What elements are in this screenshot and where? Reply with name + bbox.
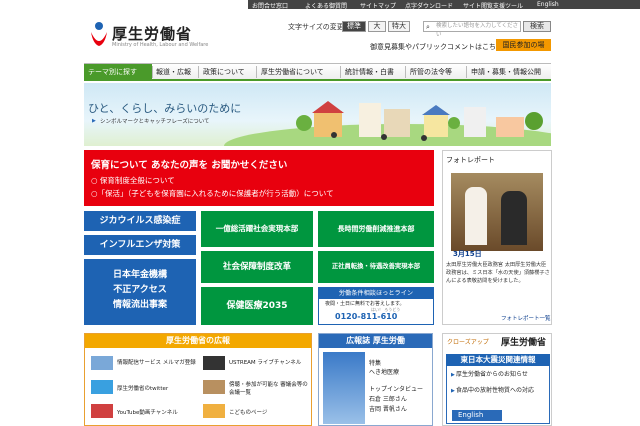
magazine-cover-image[interactable] xyxy=(323,352,365,424)
pension-line1: 日本年金機構 xyxy=(112,270,167,280)
pension-line3: 情報流出事案 xyxy=(112,300,167,310)
photo-report-panel: フォトレポート 3月15日 太田厚生労働大臣政務官 太田厚生労働大臣政務官は、ミ… xyxy=(442,150,552,325)
magazine-feature: へき地医療 xyxy=(369,369,400,376)
util-link-contact[interactable]: お問合せ窓口 xyxy=(252,1,288,10)
pr-link-youtube[interactable]: YouTube動画チャンネル xyxy=(117,408,178,416)
health-2035-button[interactable]: 保健医療2035 xyxy=(201,287,313,325)
nav-item-policy[interactable]: 政策について xyxy=(203,67,245,77)
disaster-title[interactable]: 東日本大震災関連情報 xyxy=(446,354,550,366)
fontsize-standard-button[interactable]: 標準 xyxy=(342,21,366,32)
ichioku-label: 一億総活躍社会実現本部 xyxy=(215,224,299,233)
photo-report-title: フォトレポート xyxy=(446,156,495,164)
magazine-panel: 広報誌 厚生労働 特集 へき地医療 トップインタビュー 石倉 三郎さん 吉岡 晋… xyxy=(318,333,433,426)
pension-leak-button[interactable]: 日本年金機構 不正アクセス 情報流出事案 xyxy=(84,259,196,325)
pr-link-mailmag[interactable]: 情報配信サービス メルマガ登録 xyxy=(117,358,196,366)
ministry-logo[interactable]: 厚生労働省 Ministry of Health, Labour and Wel… xyxy=(88,18,218,54)
influenza-button[interactable]: インフルエンザ対策 xyxy=(84,235,196,255)
magazine-person2: 吉岡 晋帆さん xyxy=(369,406,407,413)
nav-item-theme[interactable]: テーマ別に探す xyxy=(88,67,137,77)
fontsize-large-button[interactable]: 大 xyxy=(368,21,386,32)
global-nav: テーマ別に探す 報道・広報 政策について 厚生労働省について 統計情報・白書 所… xyxy=(84,63,551,81)
pr-link-kids[interactable]: こどものページ xyxy=(229,408,267,416)
mail-icon xyxy=(91,356,113,370)
magazine-title: 広報誌 厚生労働 xyxy=(319,334,432,348)
ministry-name-en: Ministry of Health, Labour and Welfare xyxy=(112,42,209,48)
photo-report-image[interactable] xyxy=(451,173,543,251)
youtube-icon xyxy=(91,404,113,418)
long-hours-label: 長時間労働削減推進本部 xyxy=(337,225,415,233)
closeup-tag: クローズアップ xyxy=(447,339,489,346)
util-link-faq[interactable]: よくある御質問 xyxy=(305,1,347,10)
hotline-title: 労働条件相談ほっとライン xyxy=(319,288,433,299)
disaster-link-food[interactable]: 食品中の放射性物質への対応 xyxy=(449,385,534,396)
regular-employee-label: 正社員転換・待遇改善実現本部 xyxy=(331,263,421,270)
hotline-number: 0120-811-610 xyxy=(335,312,398,321)
hotline-subtitle: 夜間・土日に無料でお答えします。 xyxy=(325,301,405,307)
childcare-line1: ○ 保育制度全般について xyxy=(91,176,175,185)
disaster-link-notice[interactable]: 厚生労働省からのお知らせ xyxy=(449,369,528,380)
kids-icon xyxy=(203,404,225,418)
closeup-title: 厚生労働省 xyxy=(501,338,547,348)
fontsize-xlarge-button[interactable]: 特大 xyxy=(388,21,410,32)
fontsize-label: 文字サイズの変更 xyxy=(288,23,344,31)
search-button[interactable]: 検索 xyxy=(523,21,551,32)
childcare-banner[interactable]: 保育について あなたの声を お聞かせください ○ 保育制度全般について ○「保活… xyxy=(84,150,434,206)
pr-panel: 厚生労働省の広報 情報配信サービス メルマガ登録 USTREAM ライブチャンネ… xyxy=(84,333,312,426)
pr-link-twitter[interactable]: 厚生労働省のtwitter xyxy=(117,384,168,392)
social-security-label: 社会保障制度改革 xyxy=(222,262,291,272)
zika-button[interactable]: ジカウイルス感染症 xyxy=(84,211,196,231)
util-link-braille[interactable]: 点字ダウンロード xyxy=(405,1,453,10)
nav-item-statistics[interactable]: 統計情報・白書 xyxy=(345,67,394,77)
pr-link-council[interactable]: 傍聴・参加が可能な 審議会等の会議一覧 xyxy=(229,380,309,396)
magazine-feature-label: 特集 xyxy=(369,360,382,367)
magazine-person1: 石倉 三郎さん xyxy=(369,396,407,403)
photo-report-date[interactable]: 3月15日 xyxy=(453,249,482,259)
nav-item-press[interactable]: 報道・広報 xyxy=(156,67,191,77)
pension-line2: 不正アクセス xyxy=(113,285,167,295)
hero-banner: ひと、くらし、みらいのために ▶ シンボルマークとキャッチフレーズについて xyxy=(84,83,551,146)
english-button[interactable]: English xyxy=(452,410,502,421)
childcare-line2: ○「保活」（子どもを保育園に入れるために保護者が行う活動）について xyxy=(91,189,334,198)
magazine-interview-label: トップインタビュー xyxy=(369,386,424,393)
nav-item-laws[interactable]: 所管の法令等 xyxy=(410,67,452,77)
influenza-label: インフルエンザ対策 xyxy=(99,240,181,250)
participation-button[interactable]: 国民参加の場 xyxy=(496,39,551,51)
health-2035-label: 保健医療2035 xyxy=(226,301,288,311)
util-link-sitemap[interactable]: サイトマップ xyxy=(360,1,396,10)
hotline-banner[interactable]: 労働条件相談ほっとライン 夜間・土日に無料でお答えします。 はい！ ろうどう 0… xyxy=(318,287,434,325)
ministry-mark-icon xyxy=(91,22,107,46)
long-hours-button[interactable]: 長時間労働削減推進本部 xyxy=(318,211,434,247)
closeup-panel: クローズアップ 厚生労働省 東日本大震災関連情報 ▶ 厚生労働省からのお知らせ … xyxy=(442,333,552,426)
arrow-icon: ▶ xyxy=(92,118,96,124)
ichioku-button[interactable]: 一億総活躍社会実現本部 xyxy=(201,211,313,247)
util-link-accessibility[interactable]: サイト閲覧支援ツール xyxy=(463,1,523,10)
utility-bar: お問合せ窓口 よくある御質問 サイトマップ 点字ダウンロード サイト閲覧支援ツー… xyxy=(0,0,640,10)
childcare-title: 保育について あなたの声を お聞かせください xyxy=(91,160,288,171)
regular-employee-button[interactable]: 正社員転換・待遇改善実現本部 xyxy=(318,251,434,283)
photo-report-more-link[interactable]: フォトレポート一覧 xyxy=(501,314,551,322)
zika-label: ジカウイルス感染症 xyxy=(99,216,181,226)
nav-item-applications[interactable]: 申請・募集・情報公開 xyxy=(471,67,541,77)
council-icon xyxy=(203,380,225,394)
ministry-name: 厚生労働省 xyxy=(112,25,193,43)
util-link-english[interactable]: English xyxy=(537,1,559,8)
feedback-link[interactable]: 御意見募集やパブリックコメントはこちら xyxy=(370,42,503,52)
hero-title: ひと、くらし、みらいのために xyxy=(88,102,242,115)
pr-title: 厚生労働省の広報 xyxy=(85,334,311,348)
twitter-icon xyxy=(91,380,113,394)
ustream-icon xyxy=(203,356,225,370)
symbol-mark-link[interactable]: シンボルマークとキャッチフレーズについて xyxy=(100,117,210,125)
search-icon: ⌕ xyxy=(426,23,430,31)
nav-item-about[interactable]: 厚生労働省について xyxy=(261,67,324,77)
social-security-button[interactable]: 社会保障制度改革 xyxy=(201,251,313,283)
pr-link-ustream[interactable]: USTREAM ライブチャンネル xyxy=(229,358,301,366)
search-input[interactable]: 検索したい語句を入力してください xyxy=(423,21,521,38)
photo-report-caption: 太田厚生労働大臣政務官 太田厚生労働大臣政務官は、ミス日本「水の天使」須藤櫻子さ… xyxy=(446,262,550,284)
